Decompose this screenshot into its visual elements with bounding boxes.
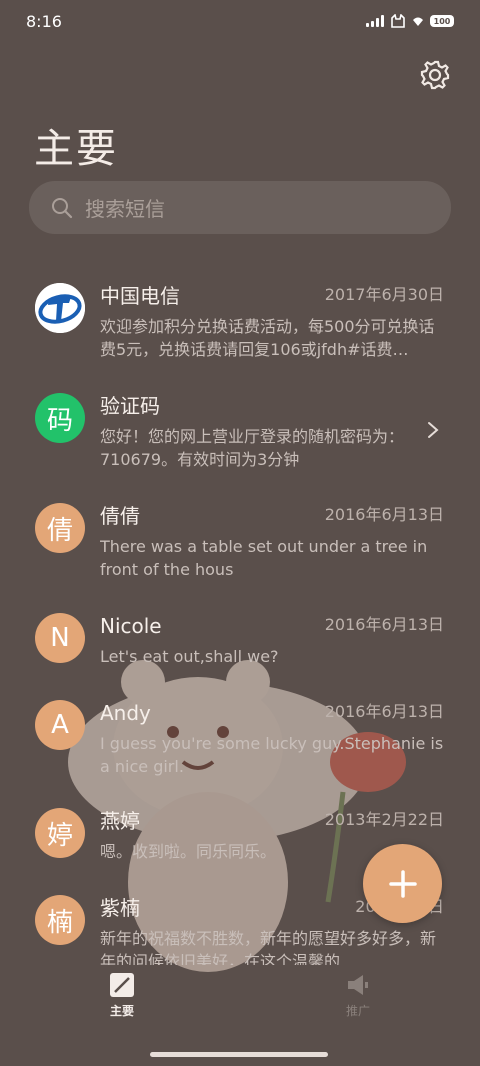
search-bar[interactable]: 搜索短信 [29, 181, 451, 234]
thread-name: 验证码 [100, 394, 160, 418]
avatar: 码 [35, 393, 85, 443]
status-icons: 100 [366, 14, 454, 28]
thread-date: 2016年6月13日 [324, 702, 444, 721]
status-time: 8:16 [26, 11, 62, 31]
thread-name: 倩倩 [100, 504, 140, 528]
search-placeholder: 搜索短信 [85, 197, 165, 221]
avatar: 倩 [35, 503, 85, 553]
plus-icon [388, 869, 417, 898]
home-indicator[interactable] [150, 1052, 328, 1057]
thread-date: 2017年6月30日 [324, 285, 444, 304]
megaphone-icon [348, 975, 368, 995]
thread-preview: Let's eat out,shall we? [100, 647, 279, 666]
page-title: 主要 [34, 126, 118, 172]
search-icon [52, 197, 73, 218]
chevron-right-icon[interactable] [426, 421, 440, 439]
status-bar: 8:16 100 [0, 0, 480, 42]
tab-promotion[interactable]: 推广 [318, 972, 398, 1019]
thread-item-qianqian[interactable]: 倩 倩倩 2016年6月13日 There was a table set ou… [0, 503, 480, 603]
china-telecom-logo-icon [35, 283, 85, 333]
tab-promotion-label: 推广 [345, 1004, 370, 1018]
message-icon [110, 973, 134, 997]
thread-name: 中国电信 [100, 284, 180, 308]
avatar: 婷 [35, 808, 85, 858]
thread-preview: 您好！您的网上营业厅登录的随机密码为：710679。有效时间为3分钟 [100, 427, 405, 469]
signal-icon [366, 15, 384, 27]
thread-preview: There was a table set out under a tree i… [100, 537, 428, 579]
thread-item-verification-code[interactable]: 码 验证码 您好！您的网上营业厅登录的随机密码为：710679。有效时间为3分钟 [0, 393, 480, 493]
thread-preview: 新年的祝福数不胜数，新年的愿望好多好多，新年的问候依旧美好，在这个温馨的… [100, 929, 437, 965]
thread-item-andy[interactable]: A Andy 2016年6月13日 I guess you're some lu… [0, 700, 480, 800]
tab-main-label: 主要 [109, 1004, 134, 1018]
thread-date: 2013年2月22日 [324, 810, 444, 829]
compose-button[interactable] [363, 844, 442, 923]
thread-date: 2016年6月13日 [324, 505, 444, 524]
thread-name: 燕婷 [100, 809, 140, 833]
avatar: A [35, 700, 85, 750]
tab-main[interactable]: 主要 [82, 972, 162, 1019]
gear-icon[interactable] [418, 58, 452, 92]
thread-name: Nicole [100, 614, 162, 638]
battery-level: 100 [433, 16, 451, 26]
thread-item-nicole[interactable]: N Nicole 2016年6月13日 Let's eat out,shall … [0, 613, 480, 713]
avatar: 楠 [35, 895, 85, 945]
thread-name: 紫楠 [100, 896, 140, 920]
avatar: N [35, 613, 85, 663]
battery-icon: 100 [430, 15, 454, 27]
thread-preview: 欢迎参加积分兑换话费活动，每500分可兑换话费5元，兑换话费请回复106或jfd… [100, 317, 435, 359]
wifi-icon [413, 17, 423, 26]
bottom-nav: 主要 推广 [0, 972, 480, 1032]
thread-name: Andy [100, 701, 151, 725]
cat-icon [391, 14, 405, 28]
thread-date: 2016年6月13日 [324, 615, 444, 634]
thread-item-china-telecom[interactable]: 中国电信 2017年6月30日 欢迎参加积分兑换话费活动，每500分可兑换话费5… [0, 283, 480, 383]
thread-preview: I guess you're some lucky guy.Stephanie … [100, 734, 444, 776]
avatar [35, 283, 85, 333]
